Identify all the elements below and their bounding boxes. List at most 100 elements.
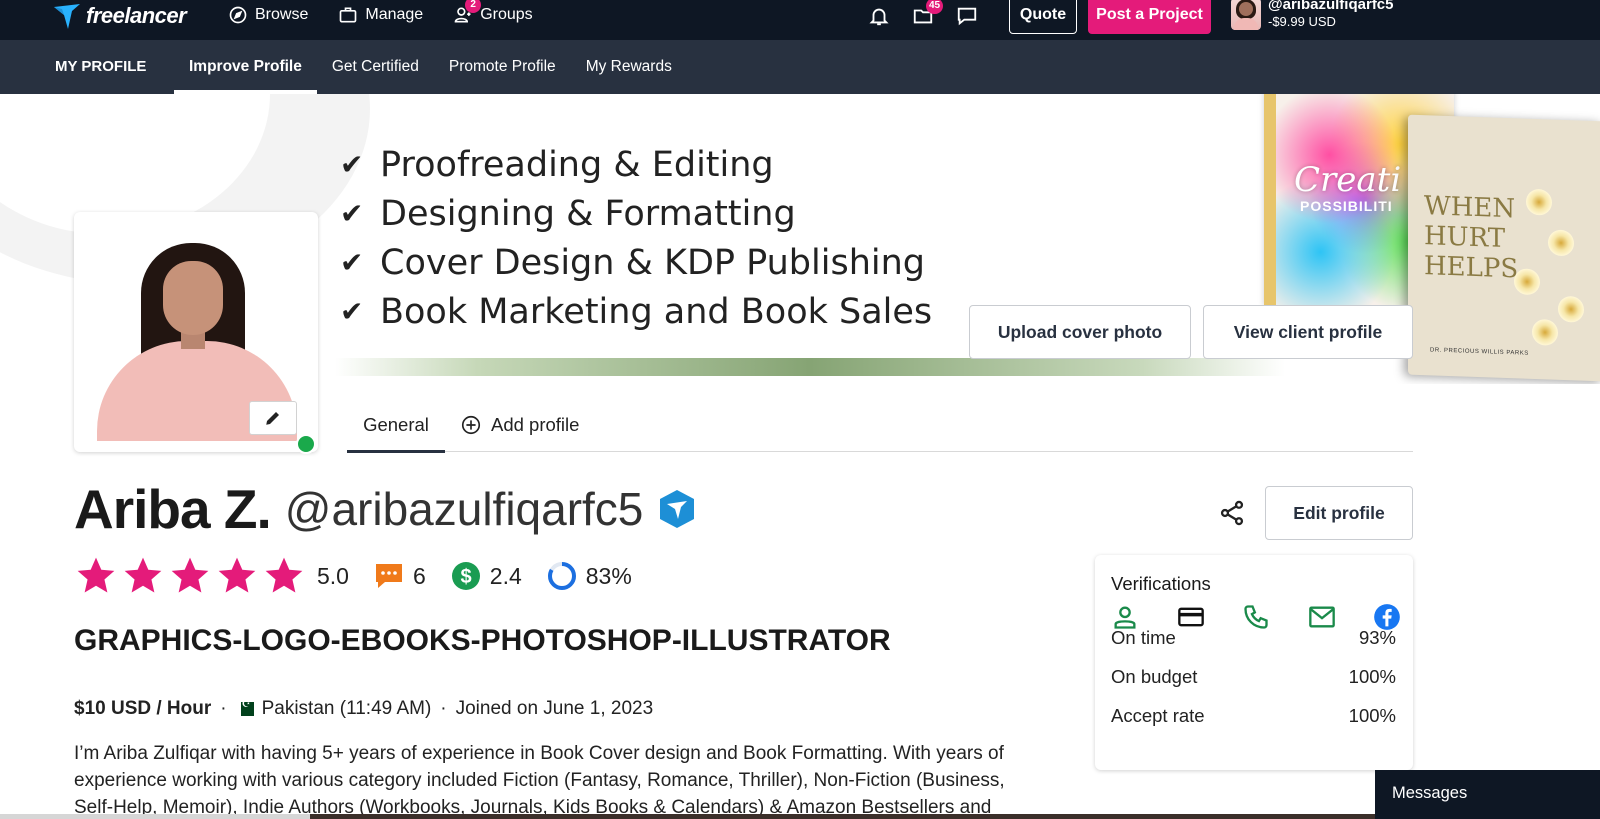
messages-panel-toggle[interactable]: Messages (1375, 770, 1600, 819)
verification-value: 100% (1348, 705, 1396, 726)
edit-picture-button[interactable] (249, 401, 297, 435)
joined-date: Joined on June 1, 2023 (455, 698, 654, 719)
book2-author: DR. PRECIOUS WILLIS PARKS (1430, 347, 1529, 357)
tab-general[interactable]: General (347, 398, 445, 453)
profile-bio: I’m Ariba Zulfiqar with having 5+ years … (74, 743, 1005, 818)
quote-button[interactable]: Quote (1009, 0, 1077, 34)
view-client-profile-button[interactable]: View client profile (1203, 305, 1413, 359)
nav-manage-label: Manage (365, 6, 424, 23)
book2-title-line: WHEN (1424, 191, 1516, 225)
profile-subnav: MY PROFILE Improve Profile Get Certified… (0, 40, 1600, 94)
service-label: Designing & Formatting (380, 193, 796, 234)
check-icon: ✔ (340, 148, 364, 181)
compass-icon (229, 6, 247, 24)
separator-dot: · (220, 698, 227, 719)
verifications-title: Verifications (1111, 573, 1211, 594)
book-cover-when-hurt-helps: WHEN HURT HELPS DR. PRECIOUS WILLIS PARK… (1408, 114, 1600, 382)
completion-rate: 83% (585, 562, 632, 589)
bell-icon (869, 8, 889, 26)
check-icon: ✔ (340, 197, 364, 230)
nav-groups-label: Groups (480, 6, 533, 23)
verification-label: Accept rate (1111, 705, 1205, 726)
nav-groups[interactable]: 2 Groups (453, 0, 533, 25)
online-status-indicator (296, 434, 316, 454)
service-item: ✔ Proofreading & Editing (340, 140, 932, 189)
star-icon (171, 557, 209, 593)
cover-stripe (335, 358, 1285, 376)
notifications-button[interactable] (868, 5, 890, 27)
freelancer-bird-icon (54, 4, 80, 29)
share-icon[interactable] (1218, 499, 1246, 527)
book2-title-line: HURT (1424, 221, 1506, 254)
verification-label: On time (1111, 627, 1176, 648)
projects-badge: 45 (926, 0, 944, 14)
check-icon: ✔ (340, 295, 364, 328)
add-profile-button[interactable]: Add profile (460, 398, 579, 452)
tab-improve-profile[interactable]: Improve Profile (174, 40, 317, 94)
main-nav: Browse Manage 2 Groups (228, 0, 533, 30)
verification-row-on-time: On time 93% (1111, 627, 1396, 649)
profile-handle: @aribazulfiqarfc5 (284, 483, 644, 535)
book1-subtitle: POSSIBILITI (1300, 198, 1393, 214)
logo-text: freelancer (86, 3, 187, 28)
star-icon (124, 557, 162, 593)
service-item: ✔ Designing & Formatting (340, 189, 932, 238)
profile-stats: 5.0 6 $ 2.4 83% (74, 554, 656, 598)
nav-browse[interactable]: Browse (228, 5, 308, 25)
tab-get-certified[interactable]: Get Certified (317, 40, 434, 94)
tab-promote-profile[interactable]: Promote Profile (434, 40, 571, 94)
flower-decoration (1514, 268, 1540, 296)
rating-value: 5.0 (317, 562, 349, 589)
nav-browse-label: Browse (255, 6, 309, 23)
book2-title: WHEN HURT HELPS (1424, 191, 1518, 284)
groups-badge: 2 (465, 0, 482, 13)
book2-title-line: HELPS (1424, 251, 1519, 285)
subnav-title: MY PROFILE (55, 58, 147, 75)
edit-profile-button[interactable]: Edit profile (1265, 486, 1413, 540)
earnings-score: 2.4 (489, 562, 522, 589)
star-icon (77, 557, 115, 593)
book-spine (1264, 94, 1276, 306)
user-account[interactable]: @aribazulfiqarfc5 -$9.99 USD (1268, 0, 1394, 29)
flower-decoration (1558, 295, 1584, 323)
reviews-icon (375, 564, 402, 588)
services-list: ✔ Proofreading & Editing ✔ Designing & For… (340, 140, 932, 336)
reviews-count: 6 (412, 562, 426, 589)
hourly-rate: $10 USD / Hour (74, 698, 212, 719)
top-navbar: freelancer Browse Manage 2 Groups 45 Quo… (0, 0, 1600, 40)
horizontal-scrollbar[interactable] (0, 814, 1375, 819)
service-item: ✔ Cover Design & KDP Publishing (340, 238, 932, 287)
verification-row-on-budget: On budget 100% (1111, 666, 1396, 688)
freelancer-logo[interactable]: freelancer (52, 0, 187, 32)
service-label: Cover Design & KDP Publishing (380, 242, 926, 283)
separator-dot: · (440, 698, 447, 719)
star-icon (265, 557, 303, 593)
pakistan-flag-icon (235, 699, 254, 716)
profile-name-row: Ariba Z. @aribazulfiqarfc5 (74, 478, 697, 540)
post-project-button[interactable]: Post a Project (1088, 0, 1211, 34)
service-label: Book Marketing and Book Sales (380, 291, 933, 332)
tab-my-rewards[interactable]: My Rewards (571, 40, 687, 94)
flower-decoration (1548, 229, 1574, 257)
add-profile-label: Add profile (491, 414, 580, 435)
projects-button[interactable]: 45 (912, 0, 944, 27)
profile-name: Ariba Z. (74, 478, 272, 540)
user-balance: -$9.99 USD (1268, 14, 1336, 29)
svg-text:$: $ (460, 566, 471, 588)
topbar-icons: 45 (868, 0, 978, 32)
verification-label: On budget (1111, 666, 1198, 687)
verification-value: 100% (1348, 666, 1396, 687)
verification-row-accept-rate: Accept rate 100% (1111, 705, 1396, 727)
service-item: ✔ Book Marketing and Book Sales (340, 287, 932, 336)
subnav-tabs: Improve Profile Get Certified Promote Pr… (174, 40, 687, 94)
upload-cover-photo-button[interactable]: Upload cover photo (969, 305, 1191, 359)
messages-icon-button[interactable] (956, 5, 978, 27)
user-handle: @aribazulfiqarfc5 (1268, 0, 1394, 13)
user-avatar[interactable] (1231, 0, 1261, 30)
book1-title: Creati (1294, 160, 1402, 200)
profile-meta: $10 USD / Hour · Pakistan (11:49 AM) · J… (74, 698, 653, 720)
verified-badge-icon (660, 490, 695, 528)
earnings-icon: $ (451, 562, 480, 590)
nav-manage[interactable]: Manage (338, 5, 423, 25)
chat-icon (957, 7, 977, 26)
